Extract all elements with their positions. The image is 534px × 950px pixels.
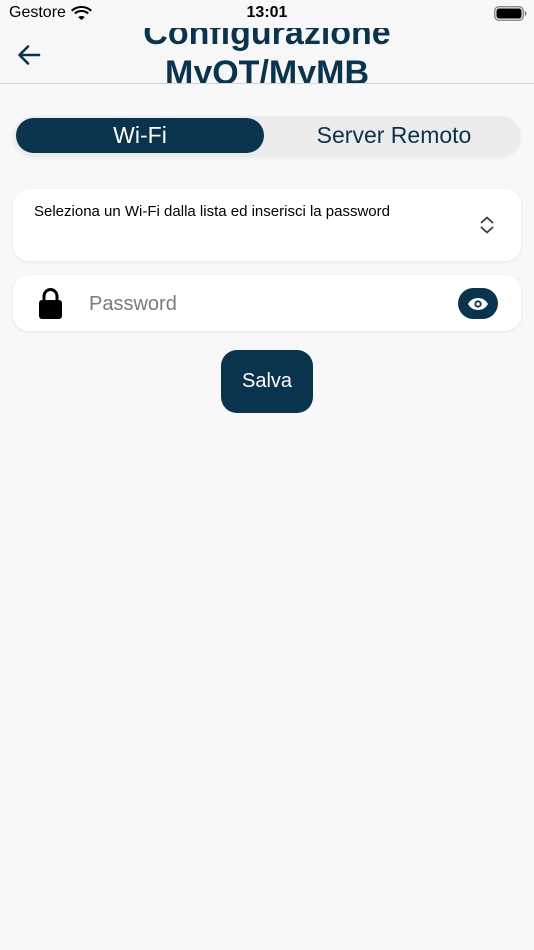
wifi-select-prompt: Seleziona un Wi-Fi dalla lista ed inseri… [34, 203, 390, 220]
tab-wifi[interactable]: Wi-Fi [16, 118, 264, 153]
password-input[interactable] [87, 285, 451, 323]
navigation-bar: Configurazione MyOT/MyMB [0, 28, 534, 84]
chevron-up-down-icon [480, 216, 494, 234]
back-button[interactable] [14, 40, 44, 70]
show-password-button[interactable] [458, 288, 498, 319]
eye-icon [468, 297, 488, 310]
wifi-network-select[interactable]: Seleziona un Wi-Fi dalla lista ed inseri… [13, 189, 521, 261]
lock-icon [39, 287, 62, 319]
save-button[interactable]: Salva [221, 350, 313, 413]
page-title: Configurazione MyOT/MyMB [143, 28, 391, 84]
arrow-left-icon [18, 45, 41, 65]
password-field-container [13, 275, 521, 331]
clock: 13:01 [246, 4, 288, 21]
status-bar: Gestore 13:01 [0, 0, 534, 28]
tab-server-remoto[interactable]: Server Remoto [268, 116, 520, 155]
connection-type-tabs: Wi-Fi Server Remoto [14, 116, 520, 155]
battery-icon [494, 6, 527, 21]
